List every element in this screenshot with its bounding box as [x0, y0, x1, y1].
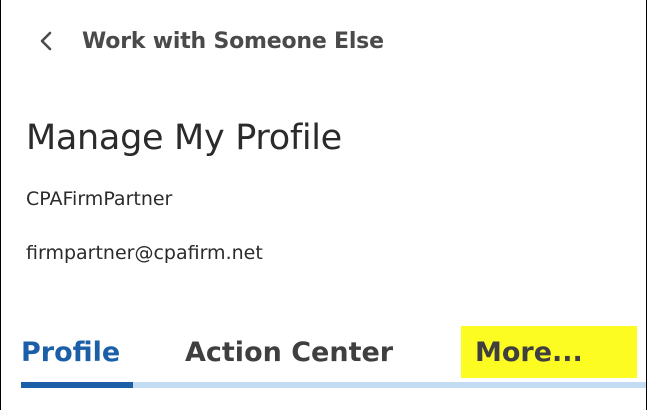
- tab-more[interactable]: More...: [461, 326, 637, 378]
- tab-active-indicator: [21, 382, 133, 388]
- page-title: Manage My Profile: [26, 118, 342, 158]
- tab-profile[interactable]: Profile: [21, 330, 120, 374]
- tab-bar: Profile Action Center More...: [21, 326, 646, 390]
- back-link[interactable]: Work with Someone Else: [36, 24, 384, 58]
- tab-action-center[interactable]: Action Center: [185, 330, 393, 374]
- user-email: firmpartner@cpafirm.net: [26, 242, 263, 264]
- chevron-left-icon[interactable]: [36, 29, 56, 53]
- user-name: CPAFirmPartner: [26, 188, 173, 210]
- back-link-label[interactable]: Work with Someone Else: [82, 29, 384, 54]
- profile-panel: Work with Someone Else Manage My Profile…: [0, 0, 647, 410]
